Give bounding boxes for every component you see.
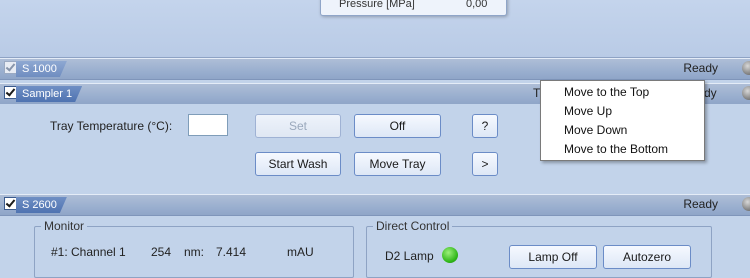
sampler-status-led-icon (742, 86, 750, 100)
move-tray-button[interactable]: Move Tray (354, 152, 441, 176)
s2600-checkbox[interactable] (4, 197, 17, 210)
sampler-checkbox[interactable] (4, 86, 17, 99)
monitor-group: Monitor #1: Channel 1 254 nm: 7.414 mAU (34, 219, 354, 278)
start-wash-button[interactable]: Start Wash (255, 152, 341, 176)
s1000-tab-label: S 1000 (22, 63, 57, 75)
reorder-context-menu: Move to the Top Move Up Move Down Move t… (540, 80, 705, 161)
s2600-status-led-icon (742, 197, 750, 211)
lamp-off-button[interactable]: Lamp Off (509, 245, 597, 269)
set-button[interactable]: Set (255, 114, 341, 138)
autozero-button[interactable]: Autozero (603, 245, 691, 269)
pressure-popup: Pressure [MPa] 0,00 (320, 0, 507, 16)
off-button[interactable]: Off (354, 114, 441, 138)
tray-temperature-label: Tray Temperature (°C): (50, 119, 173, 133)
signal-value: 7.414 (216, 245, 247, 259)
s2600-tab[interactable]: S 2600 (16, 197, 67, 213)
s1000-status-led-icon (742, 61, 750, 75)
s1000-tab[interactable]: S 1000 (16, 61, 67, 77)
direct-control-title: Direct Control (373, 219, 453, 233)
menu-item-move-bottom[interactable]: Move to the Bottom (564, 142, 668, 156)
s1000-checkbox[interactable] (4, 61, 17, 74)
direct-control-group: Direct Control D2 Lamp Lamp Off Autozero (366, 219, 712, 278)
more-button[interactable]: > (472, 152, 498, 176)
s2600-tab-label: S 2600 (22, 199, 57, 211)
menu-item-move-top[interactable]: Move to the Top (564, 85, 649, 99)
top-module-panel: Pressure [MPa] 0,00 (0, 0, 750, 58)
s2600-status: Ready (683, 197, 718, 211)
tray-temperature-input[interactable] (188, 114, 228, 136)
sampler-tab-label: Sampler 1 (22, 88, 73, 100)
help-button[interactable]: ? (472, 114, 498, 138)
sampler-status-partial-right: dy (704, 86, 717, 100)
s2600-panel: Monitor #1: Channel 1 254 nm: 7.414 mAU … (0, 215, 750, 278)
wavelength-value: 254 (151, 245, 172, 259)
s2600-header: S 2600 Ready (0, 194, 750, 216)
wavelength-unit: nm: (184, 245, 205, 259)
s1000-status: Ready (683, 61, 718, 75)
monitor-title: Monitor (41, 219, 88, 233)
s1000-header: S 1000 Ready (0, 58, 750, 80)
sampler-tab[interactable]: Sampler 1 (16, 86, 82, 102)
signal-unit: mAU (287, 245, 314, 259)
menu-item-move-down[interactable]: Move Down (564, 123, 627, 137)
channel-label: #1: Channel 1 (51, 245, 126, 259)
pressure-value: 0,00 (466, 0, 488, 10)
menu-item-move-up[interactable]: Move Up (564, 104, 612, 118)
pressure-label: Pressure [MPa] (339, 0, 415, 10)
